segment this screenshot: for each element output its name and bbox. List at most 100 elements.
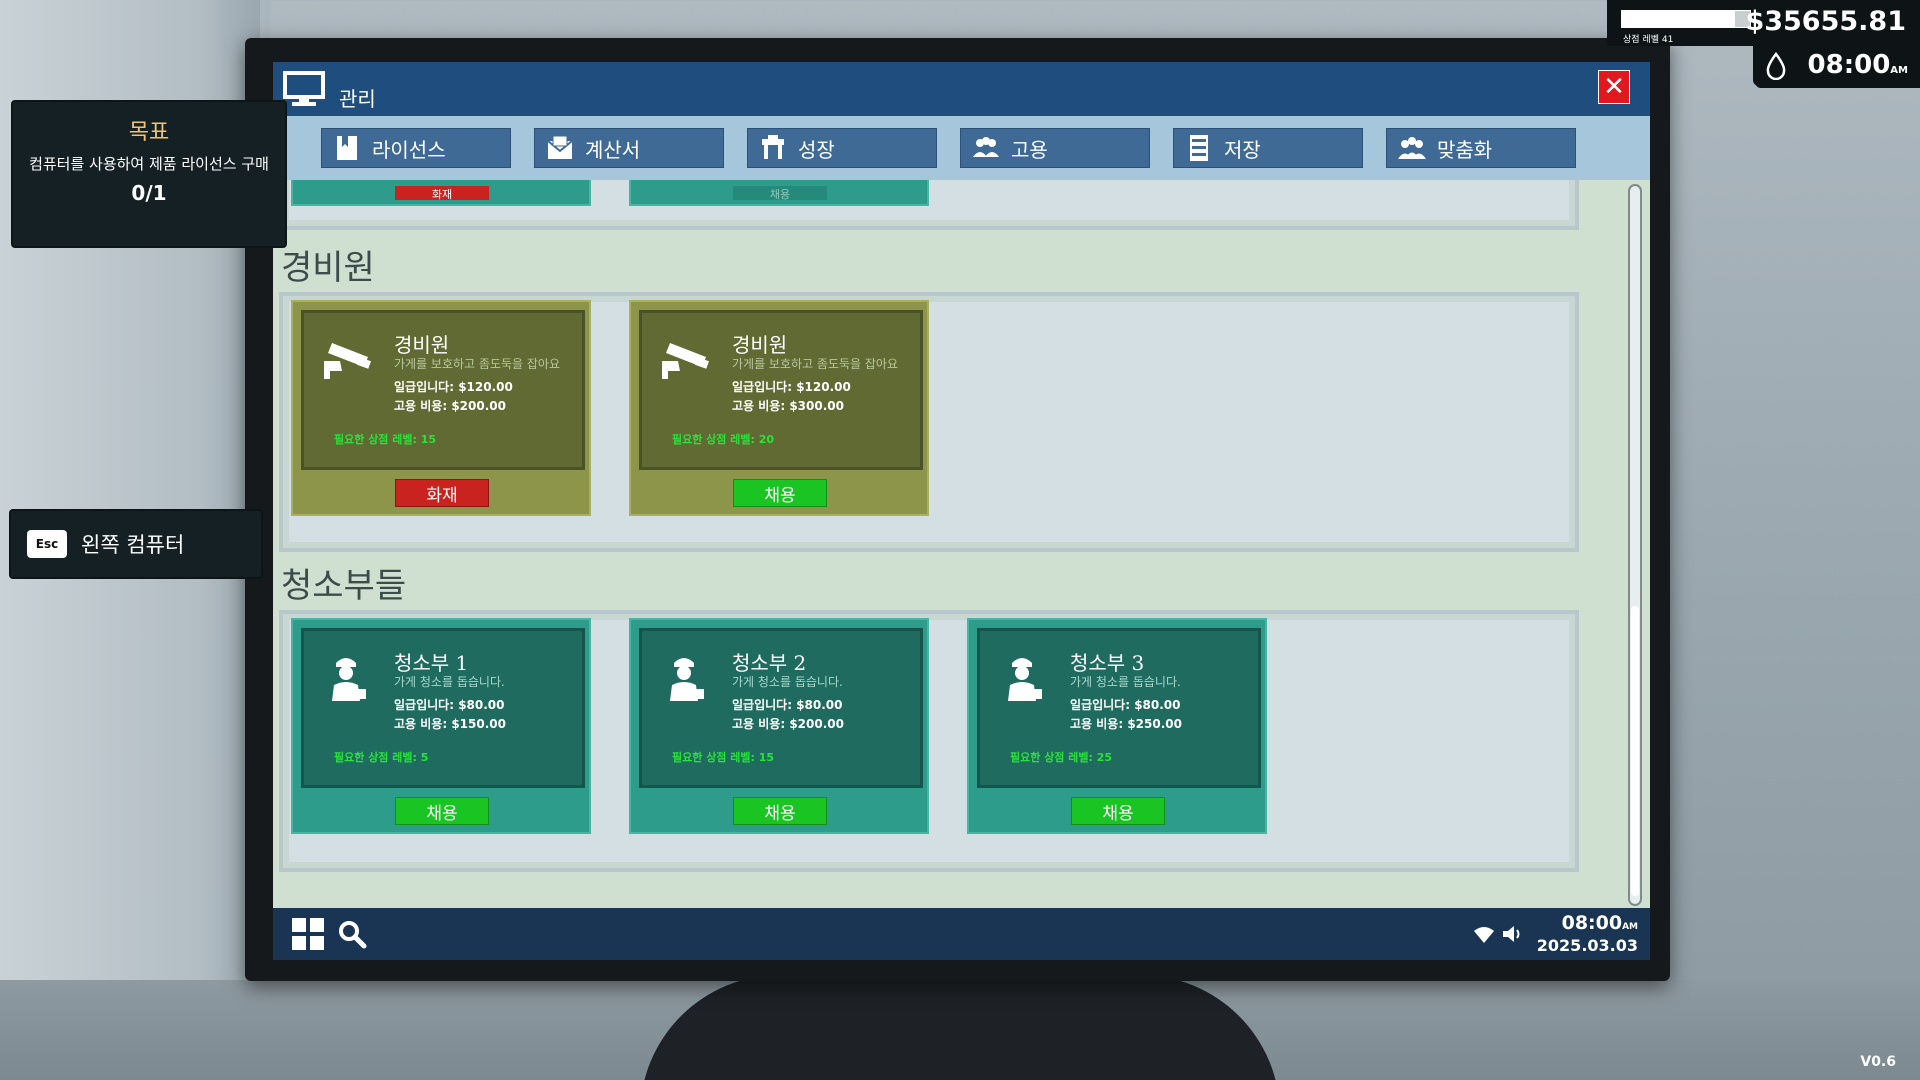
previous-hire-button[interactable]: 채용: [733, 186, 827, 200]
cleaner-icon: [1008, 658, 1042, 701]
cleaners-section: 청소부 1 가게 청소를 돕습니다. 일급입니다: $80.00 고용 비용: …: [279, 610, 1579, 872]
time-value: 08:00: [1561, 912, 1623, 934]
time-ampm: AM: [1622, 922, 1638, 932]
level-label: 필요한 상점 레벨:: [334, 751, 421, 764]
card-info-panel: 청소부 1 가게 청소를 돕습니다. 일급입니다: $80.00 고용 비용: …: [301, 628, 585, 788]
volume-icon[interactable]: [1501, 923, 1523, 945]
guard-card-2: 경비원 가게를 보호하고 좀도둑을 잡아요 일급입니다: $120.00 고용 …: [629, 300, 929, 516]
fire-button[interactable]: 화재: [395, 479, 489, 507]
level-label: 필요한 상점 레벨:: [672, 433, 759, 446]
card-name: 청소부 1: [394, 651, 469, 675]
hire-button[interactable]: 채용: [395, 797, 489, 825]
hire-button[interactable]: 채용: [733, 797, 827, 825]
hire-button[interactable]: 채용: [1071, 797, 1165, 825]
cleaner-card-2: 청소부 2 가게 청소를 돕습니다. 일급입니다: $80.00 고용 비용: …: [629, 618, 929, 834]
content-area: 화재 채용 경비원 경비원 가게를 보호하고 좀도둑을 잡아요 일급입니다: $…: [273, 180, 1618, 908]
card-name: 경비원: [732, 333, 788, 357]
card-wage: 일급입니다: $120.00: [732, 378, 851, 395]
level-value: 20: [758, 433, 775, 446]
card-description: 가게를 보호하고 좀도둑을 잡아요: [732, 357, 899, 371]
close-button[interactable]: ✕: [1598, 70, 1630, 104]
wifi-icon[interactable]: [1473, 923, 1495, 945]
card-wage: 일급입니다: $80.00: [394, 696, 505, 713]
tab-label: 저장: [1224, 137, 1261, 162]
taskbar: 08:00AM 2025.03.03: [273, 908, 1650, 960]
level-label: 필요한 상점 레벨:: [1010, 751, 1097, 764]
esc-key-badge: Esc: [27, 530, 67, 558]
tab-invoice[interactable]: 계산서: [534, 128, 724, 168]
store-level-label: 상점 레벨 41: [1623, 35, 1674, 45]
store-level-fill: [1622, 11, 1735, 27]
card-info-panel: 경비원 가게를 보호하고 좀도둑을 잡아요 일급입니다: $120.00 고용 …: [639, 310, 923, 470]
cost-value: $150.00: [451, 717, 506, 731]
card-required-level: 필요한 상점 레벨: 25: [1010, 749, 1112, 765]
objective-text: 컴퓨터를 사용하여 제품 라이선스 구매: [29, 155, 269, 173]
wage-value: $120.00: [458, 380, 513, 394]
wage-value: $80.00: [1134, 698, 1181, 712]
tab-hire[interactable]: 고용: [960, 128, 1150, 168]
cost-label: 고용 비용:: [394, 717, 452, 731]
level-value: 5: [420, 751, 429, 764]
tab-customize[interactable]: 맞춤화: [1386, 128, 1576, 168]
card-wage: 일급입니다: $120.00: [394, 378, 513, 395]
taskbar-clock: 08:00AM 2025.03.03: [1537, 913, 1638, 955]
card-name: 청소부 2: [732, 651, 807, 675]
level-value: 25: [1096, 751, 1113, 764]
card-info-panel: 경비원 가게를 보호하고 좀도둑을 잡아요 일급입니다: $120.00 고용 …: [301, 310, 585, 470]
search-icon[interactable]: [337, 919, 367, 949]
store-level-bar: [1621, 10, 1751, 28]
growth-icon: [762, 135, 784, 159]
objective-heading: 목표: [128, 120, 170, 145]
card-name: 청소부 3: [1070, 651, 1145, 675]
tab-growth[interactable]: 성장: [747, 128, 937, 168]
card-cost: 고용 비용: $300.00: [732, 397, 844, 414]
wage-label: 일급입니다:: [394, 380, 459, 394]
guard-card-1: 경비원 가게를 보호하고 좀도둑을 잡아요 일급입니다: $120.00 고용 …: [291, 300, 591, 516]
hire-icon: [973, 137, 999, 157]
taskbar-time: 08:00AM: [1537, 913, 1638, 937]
tab-license[interactable]: 라이선스: [321, 128, 511, 168]
card-cost: 고용 비용: $150.00: [394, 715, 506, 732]
scrollbar-thumb[interactable]: [1631, 606, 1639, 896]
cost-label: 고용 비용:: [394, 399, 452, 413]
card-description: 가게 청소를 돕습니다.: [394, 675, 505, 689]
taskbar-date: 2025.03.03: [1536, 936, 1638, 955]
cost-label: 고용 비용:: [732, 399, 790, 413]
wage-label: 일급입니다:: [732, 698, 797, 712]
card-cost: 고용 비용: $200.00: [394, 397, 506, 414]
tab-save[interactable]: 저장: [1173, 128, 1363, 168]
card-cost: 고용 비용: $200.00: [732, 715, 844, 732]
wage-value: $80.00: [458, 698, 505, 712]
card-wage: 일급입니다: $80.00: [732, 696, 843, 713]
wage-label: 일급입니다:: [1070, 698, 1135, 712]
level-label: 필요한 상점 레벨:: [334, 433, 421, 446]
section-title-guards: 경비원: [281, 248, 375, 288]
license-icon: [337, 136, 357, 160]
card-required-level: 필요한 상점 레벨: 15: [672, 749, 774, 765]
cost-value: $300.00: [789, 399, 844, 413]
guards-section: 경비원 가게를 보호하고 좀도둑을 잡아요 일급입니다: $120.00 고용 …: [279, 292, 1579, 552]
section-title-cleaners: 청소부들: [281, 566, 407, 606]
card-description: 가게 청소를 돕습니다.: [732, 675, 843, 689]
monitor-stand: [640, 975, 1280, 1080]
tab-label: 계산서: [585, 137, 641, 162]
start-menu-icon[interactable]: [291, 917, 325, 951]
card-description: 가게를 보호하고 좀도둑을 잡아요: [394, 357, 561, 371]
card-required-level: 필요한 상점 레벨: 5: [334, 749, 428, 765]
card-info-panel: 청소부 3 가게 청소를 돕습니다. 일급입니다: $80.00 고용 비용: …: [977, 628, 1261, 788]
hud-time-value: 08:00: [1807, 50, 1891, 80]
level-label: 필요한 상점 레벨:: [672, 751, 759, 764]
cleaner-card-1: 청소부 1 가게 청소를 돕습니다. 일급입니다: $80.00 고용 비용: …: [291, 618, 591, 834]
cleaner-card-3: 청소부 3 가게 청소를 돕습니다. 일급입니다: $80.00 고용 비용: …: [967, 618, 1267, 834]
scrollbar[interactable]: [1628, 184, 1642, 906]
previous-fire-button[interactable]: 화재: [395, 186, 489, 200]
tab-label: 맞춤화: [1437, 137, 1493, 162]
hire-button[interactable]: 채용: [733, 479, 827, 507]
cost-label: 고용 비용:: [732, 717, 790, 731]
cost-value: $250.00: [1127, 717, 1182, 731]
tab-bar: 라이선스 계산서 성장 고용 저장 맞춤화: [273, 116, 1650, 180]
computer-icon: [283, 71, 325, 106]
previous-card: 채용: [629, 180, 929, 206]
window-titlebar: 관리 ✕: [273, 62, 1650, 116]
card-description: 가게 청소를 돕습니다.: [1070, 675, 1181, 689]
